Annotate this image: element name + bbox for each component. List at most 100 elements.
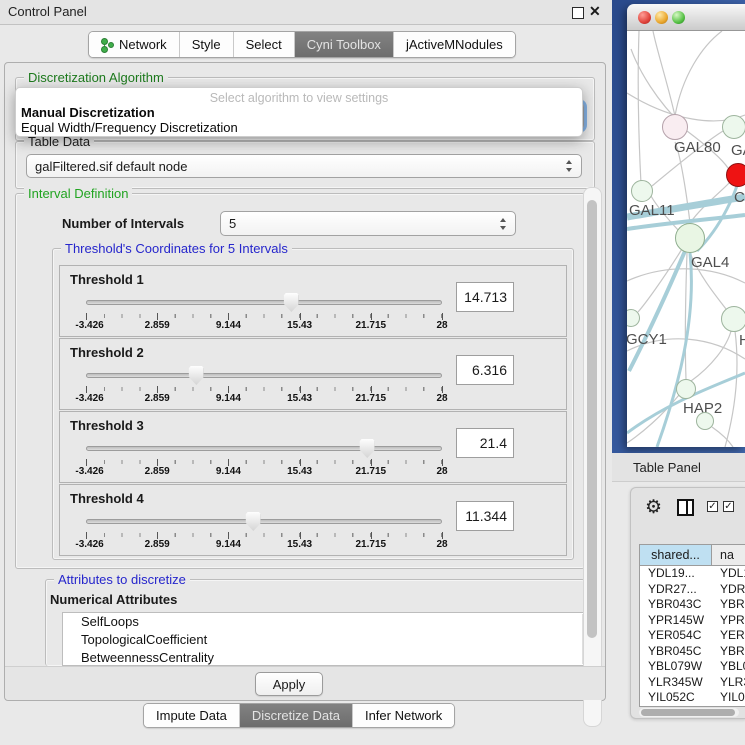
slider-major-ticks: [86, 313, 442, 320]
network-node[interactable]: [662, 114, 688, 140]
slider-major-ticks: [86, 459, 442, 466]
close-traffic-light-icon[interactable]: [638, 11, 651, 24]
slider-thumb[interactable]: [284, 293, 299, 312]
tab-select[interactable]: Select: [234, 32, 295, 57]
table-cell[interactable]: YDL19...: [640, 566, 712, 582]
table-cell[interactable]: YDR2: [712, 582, 745, 598]
network-node[interactable]: [627, 309, 640, 327]
desktop-background: GAL80GACGAL11GAL4GCY1HHAP2: [612, 0, 745, 453]
table-row[interactable]: YER054CYER0: [640, 628, 745, 644]
threshold-slider[interactable]: -3.4262.8599.14415.4321.71528: [86, 511, 442, 551]
slider-thumb[interactable]: [246, 512, 261, 531]
tab-jactivemnodules[interactable]: jActiveMNodules: [394, 32, 515, 57]
tab-style[interactable]: Style: [180, 32, 234, 57]
slider-thumb[interactable]: [360, 439, 375, 458]
gear-icon[interactable]: ⚙: [645, 496, 662, 519]
column-header-shared-name[interactable]: shared...: [640, 545, 712, 565]
table-row[interactable]: YBL079WYBL0: [640, 659, 745, 675]
network-canvas[interactable]: GAL80GACGAL11GAL4GCY1HHAP2: [627, 31, 745, 447]
dropdown-option-equal-width[interactable]: Equal Width/Frequency Discretization: [21, 120, 238, 135]
threshold-value-field[interactable]: 14.713: [456, 282, 514, 312]
combo-arrows-icon: [566, 160, 573, 172]
threshold-slider[interactable]: -3.4262.8599.14415.4321.71528: [86, 365, 442, 405]
table-cell[interactable]: YIL0: [712, 690, 745, 706]
table-cell[interactable]: YIL052C: [640, 690, 712, 706]
number-of-intervals-combobox[interactable]: 5: [220, 211, 516, 236]
node-table: shared... na YDL19...YDL1YDR27...YDR2YBR…: [639, 544, 745, 707]
threshold-label: Threshold 1: [70, 272, 144, 287]
list-item[interactable]: BetweennessCentrality: [63, 649, 597, 666]
table-cell[interactable]: YPR145W: [640, 613, 712, 629]
table-horizontal-scrollbar[interactable]: [639, 708, 739, 717]
threshold-slider[interactable]: -3.4262.8599.14415.4321.71528: [86, 292, 442, 332]
tab-cyni-toolbox[interactable]: Cyni Toolbox: [295, 32, 394, 57]
table-cell[interactable]: YBL0: [712, 659, 745, 675]
table-cell[interactable]: YLR3: [712, 675, 745, 691]
column-header-name[interactable]: na: [712, 545, 745, 565]
table-row[interactable]: YBR045CYBR0: [640, 644, 745, 660]
network-window-titlebar[interactable]: [627, 4, 745, 31]
network-node[interactable]: [696, 412, 714, 430]
threshold-panel-4: Threshold 4 -3.4262.8599.14415.4321.7152…: [59, 484, 567, 556]
tab-discretize-data[interactable]: Discretize Data: [240, 704, 353, 727]
slider-track[interactable]: [86, 446, 442, 451]
table-cell[interactable]: YDL1: [712, 566, 745, 582]
table-cell[interactable]: YBR0: [712, 597, 745, 613]
table-cell[interactable]: YBR0: [712, 644, 745, 660]
tab-label: Cyni Toolbox: [307, 37, 381, 52]
columns-icon[interactable]: [677, 499, 694, 516]
checkbox-icon[interactable]: ✓: [707, 501, 718, 512]
table-cell[interactable]: YBR043C: [640, 597, 712, 613]
checkbox-icon[interactable]: ✓: [723, 501, 734, 512]
threshold-panel-1: Threshold 1 -3.4262.8599.14415.4321.7152…: [59, 265, 567, 337]
zoom-traffic-light-icon[interactable]: [672, 11, 685, 24]
attributes-group-title: Attributes to discretize: [54, 572, 190, 587]
network-node[interactable]: [722, 115, 745, 139]
table-cell[interactable]: YER054C: [640, 628, 712, 644]
tab-infer-network[interactable]: Infer Network: [353, 704, 454, 727]
slider-track[interactable]: [86, 519, 442, 524]
network-node[interactable]: [631, 180, 653, 202]
list-item[interactable]: TopologicalCoefficient: [63, 631, 597, 649]
network-node[interactable]: [726, 163, 745, 187]
table-data-combobox[interactable]: galFiltered.sif default node: [26, 154, 582, 178]
table-row[interactable]: YDL19...YDL1: [640, 566, 745, 582]
close-icon[interactable]: ✕: [589, 3, 601, 20]
table-row[interactable]: YPR145WYPR1: [640, 613, 745, 629]
table-cell[interactable]: YLR345W: [640, 675, 712, 691]
table-cell[interactable]: YBL079W: [640, 659, 712, 675]
tab-impute-data[interactable]: Impute Data: [144, 704, 240, 727]
table-cell[interactable]: YBR045C: [640, 644, 712, 660]
network-node[interactable]: [676, 379, 696, 399]
slider-track[interactable]: [86, 300, 442, 305]
network-node[interactable]: [675, 223, 705, 253]
table-row[interactable]: YBR043CYBR0: [640, 597, 745, 613]
list-item[interactable]: SelfLoops: [63, 613, 597, 631]
numerical-attributes-list[interactable]: SelfLoops TopologicalCoefficient Between…: [62, 612, 598, 666]
threshold-value-field[interactable]: 21.4: [456, 428, 514, 458]
threshold-value-field[interactable]: 11.344: [456, 501, 514, 531]
slider-thumb[interactable]: [189, 366, 204, 385]
table-row[interactable]: YLR345WYLR3: [640, 675, 745, 691]
tab-label: Network: [119, 37, 167, 52]
threshold-label: Threshold 4: [70, 491, 144, 506]
network-node[interactable]: [721, 306, 745, 332]
apply-button[interactable]: Apply: [255, 672, 323, 696]
slider-track[interactable]: [86, 373, 442, 378]
slider-major-ticks: [86, 532, 442, 539]
network-view-window[interactable]: GAL80GACGAL11GAL4GCY1HHAP2: [627, 4, 745, 447]
settings-scrollbar[interactable]: [583, 187, 602, 727]
minimize-traffic-light-icon[interactable]: [655, 11, 668, 24]
threshold-value-field[interactable]: 6.316: [456, 355, 514, 385]
number-of-intervals-label: Number of Intervals: [62, 216, 184, 231]
float-window-icon[interactable]: [572, 7, 584, 19]
table-row[interactable]: YDR27...YDR2: [640, 582, 745, 598]
table-cell[interactable]: YPR1: [712, 613, 745, 629]
table-cell[interactable]: YDR27...: [640, 582, 712, 598]
threshold-slider[interactable]: -3.4262.8599.14415.4321.71528: [86, 438, 442, 478]
table-row[interactable]: YIL052CYIL0: [640, 690, 745, 706]
dropdown-option-manual[interactable]: Manual Discretization: [21, 105, 155, 120]
table-cell[interactable]: YER0: [712, 628, 745, 644]
tab-network[interactable]: Network: [89, 32, 180, 57]
network-node-label: GAL4: [691, 254, 729, 271]
